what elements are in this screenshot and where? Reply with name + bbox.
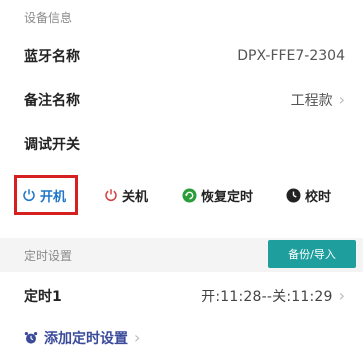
note-name-value: 工程款 [290,93,333,109]
chevron-right-icon: › [134,328,141,347]
bluetooth-name-value: DPX-FFE7-2304 [237,48,345,64]
power-on-label: 开机 [39,189,66,205]
timer-1-label: 定时1 [24,289,62,305]
power-on-button[interactable]: 开机 [14,175,78,215]
refresh-icon [182,188,197,203]
timer-1-row[interactable]: 定时1 开:11:28--关:11:29 › [0,274,363,318]
timer-section-title: 定时设置 [24,248,73,263]
power-icon [104,188,118,202]
add-timer-label: 添加定时设置 [44,331,128,347]
operation-buttons: 开机 关机 恢复定时 校时 [0,172,363,218]
device-info-title: 设备信息 [24,10,73,25]
alarm-clock-icon [24,331,38,345]
chevron-right-icon: › [338,286,345,305]
note-name-label: 备注名称 [24,93,80,109]
device-settings-page: 设备信息 蓝牙名称 DPX-FFE7-2304 备注名称 工程款 › 调试开关 … [0,0,363,363]
resume-timer-button[interactable]: 恢复定时 [182,172,253,218]
power-off-button[interactable]: 关机 [104,172,148,218]
bluetooth-name-row: 蓝牙名称 DPX-FFE7-2304 [0,34,363,78]
power-off-label: 关机 [122,189,149,205]
bluetooth-name-label: 蓝牙名称 [24,49,80,65]
debug-switch-label: 调试开关 [24,137,80,153]
backup-import-button[interactable]: 备份/导入 [268,240,356,268]
add-timer-row[interactable]: 添加定时设置 › [0,316,363,360]
clock-icon [286,188,301,203]
note-name-row[interactable]: 备注名称 工程款 › [0,78,363,122]
resume-timer-label: 恢复定时 [201,189,254,205]
sync-time-button[interactable]: 校时 [286,172,331,218]
timer-1-value: 开:11:28--关:11:29 [201,289,333,305]
debug-switch-row: 调试开关 [0,122,363,166]
chevron-right-icon: › [338,90,345,109]
sync-time-label: 校时 [305,189,332,205]
device-info-section-header: 设备信息 [0,0,363,34]
power-icon [22,188,36,202]
